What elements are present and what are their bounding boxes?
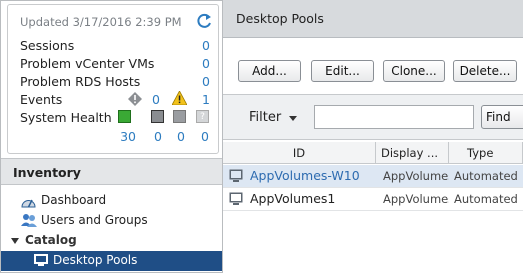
- column-header-display[interactable]: Display ...: [376, 142, 449, 164]
- event-warning-icon: [172, 91, 187, 105]
- users-icon: [21, 214, 37, 227]
- column-header-id[interactable]: ID: [223, 142, 376, 164]
- clone-button[interactable]: Clone...: [383, 60, 445, 82]
- page-title: Desktop Pools: [236, 11, 324, 26]
- find-button[interactable]: Find: [481, 105, 523, 129]
- event-info-icon: [128, 92, 142, 106]
- table-row[interactable]: AppVolumes-W10 AppVolumes Automated: [223, 165, 523, 188]
- table-row[interactable]: AppVolumes1 AppVolumes Automated: [223, 188, 523, 211]
- column-header-type[interactable]: Type: [449, 142, 523, 164]
- health-unknown-icon: [173, 110, 186, 123]
- health-question-count[interactable]: 0: [195, 129, 209, 144]
- desktop-pool-icon: [229, 192, 243, 205]
- refresh-icon[interactable]: [196, 13, 212, 29]
- health-question-icon: ?: [196, 110, 209, 123]
- row-id[interactable]: AppVolumes1: [250, 191, 375, 206]
- nav-item-catalog[interactable]: Catalog: [1, 231, 222, 251]
- row-id[interactable]: AppVolumes-W10: [250, 168, 375, 183]
- nav-label-catalog: Catalog: [25, 233, 77, 247]
- dashboard-icon: [21, 199, 36, 208]
- nav-label-users-and-groups: Users and Groups: [41, 213, 148, 227]
- system-health-label: System Health: [20, 110, 112, 125]
- nav-item-dashboard[interactable]: Dashboard: [1, 191, 222, 211]
- sessions-label: Sessions: [20, 38, 75, 53]
- inventory-header: Inventory: [1, 158, 222, 185]
- filter-dropdown[interactable]: Filter: [249, 110, 281, 125]
- edit-button[interactable]: Edit...: [311, 60, 374, 82]
- events-label: Events: [20, 92, 63, 107]
- problem-rds-label: Problem RDS Hosts: [20, 74, 141, 89]
- row-type: Automated: [454, 192, 518, 206]
- page-header: Desktop Pools: [223, 0, 523, 38]
- nav-item-desktop-pools[interactable]: Desktop Pools: [1, 251, 222, 271]
- delete-button[interactable]: Delete...: [453, 60, 517, 82]
- health-gray-count[interactable]: 0: [148, 129, 162, 144]
- sessions-value[interactable]: 0: [196, 38, 210, 53]
- problem-rds-value[interactable]: 0: [196, 74, 210, 89]
- health-gray-icon: [151, 110, 164, 123]
- pools-table: ID Display ... Type AppVolumes-W10 AppVo…: [223, 142, 523, 273]
- nav-label-dashboard: Dashboard: [41, 193, 107, 207]
- nav-label-desktop-pools: Desktop Pools: [53, 253, 138, 267]
- filter-input[interactable]: [314, 105, 474, 129]
- health-green-icon: [118, 110, 131, 123]
- filter-caret-icon[interactable]: [289, 116, 297, 121]
- desktop-pool-icon: [229, 169, 243, 182]
- status-panel: Updated 3/17/2016 2:39 PM Sessions 0 Pro…: [7, 4, 219, 154]
- nav-item-users-and-groups[interactable]: Users and Groups: [1, 211, 222, 231]
- updated-timestamp: Updated 3/17/2016 2:39 PM: [20, 15, 182, 29]
- health-unknown-count[interactable]: 0: [171, 129, 185, 144]
- main-panel: Desktop Pools Add... Edit... Clone... De…: [223, 0, 523, 273]
- health-green-count[interactable]: 30: [112, 129, 136, 144]
- events-info-count[interactable]: 0: [146, 92, 160, 107]
- problem-vcenter-label: Problem vCenter VMs: [20, 56, 155, 71]
- filter-bar: Filter Find: [223, 94, 523, 140]
- inventory-title: Inventory: [13, 165, 81, 180]
- row-display: AppVolumes: [383, 169, 449, 183]
- chevron-down-icon[interactable]: [11, 238, 19, 244]
- problem-vcenter-value[interactable]: 0: [196, 56, 210, 71]
- desktop-pool-icon: [34, 254, 48, 266]
- events-warning-count[interactable]: 1: [196, 92, 210, 107]
- left-panel: Updated 3/17/2016 2:39 PM Sessions 0 Pro…: [0, 0, 223, 273]
- add-button[interactable]: Add...: [238, 60, 301, 82]
- row-display: AppVolumes: [383, 192, 449, 206]
- row-type: Automated: [454, 169, 518, 183]
